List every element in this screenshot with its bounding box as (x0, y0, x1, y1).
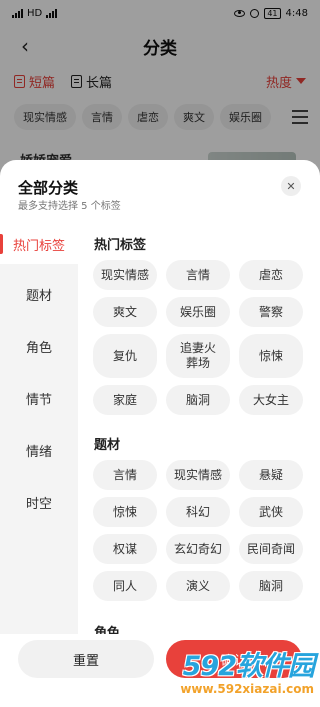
watermark: 592软件园 www.592xiazai.com (150, 640, 320, 707)
tag-chip[interactable]: 家庭 (93, 385, 157, 415)
tag-chip[interactable]: 同人 (93, 571, 157, 601)
watermark-logo: 592软件园 (182, 651, 315, 682)
side-nav-plot[interactable]: 情节 (0, 378, 78, 418)
tag-chip[interactable]: 复仇 (93, 334, 157, 378)
side-nav-hot[interactable]: 热门标签 (0, 224, 78, 264)
section-title-theme: 题材 (94, 438, 121, 453)
tag-content: 热门标签 现实情感 言情 虐恋 爽文 娱乐圈 警察 复仇 追妻火葬场 惊悚 家庭… (78, 224, 320, 654)
tag-chip[interactable]: 现实情感 (93, 260, 157, 290)
sheet-title: 全部分类 (18, 179, 79, 197)
tag-chip[interactable]: 悬疑 (239, 460, 303, 490)
tag-chip[interactable]: 演义 (166, 571, 230, 601)
tag-chip[interactable]: 脑洞 (239, 571, 303, 601)
tag-chip[interactable]: 惊悚 (239, 334, 303, 378)
category-side-nav: 热门标签 题材 角色 情节 情绪 时空 (0, 224, 78, 644)
tag-chip[interactable]: 民间奇闻 (239, 534, 303, 564)
side-nav-era[interactable]: 时空 (0, 482, 78, 522)
sheet-subtitle: 最多支持选择 5 个标签 (18, 201, 121, 212)
watermark-url: www.592xiazai.com (180, 682, 314, 696)
tag-chip[interactable]: 爽文 (93, 297, 157, 327)
tag-chip[interactable]: 追妻火葬场 (166, 334, 230, 378)
tag-chip[interactable]: 言情 (93, 460, 157, 490)
tag-chip[interactable]: 虐恋 (239, 260, 303, 290)
tag-chip[interactable]: 警察 (239, 297, 303, 327)
tag-chip[interactable]: 武侠 (239, 497, 303, 527)
tag-chip[interactable]: 权谋 (93, 534, 157, 564)
tag-chip[interactable]: 惊悚 (93, 497, 157, 527)
close-icon[interactable]: ✕ (281, 176, 301, 196)
side-nav-role[interactable]: 角色 (0, 326, 78, 366)
reset-button[interactable]: 重置 (18, 640, 154, 678)
tag-chip[interactable]: 脑洞 (166, 385, 230, 415)
tag-chip[interactable]: 娱乐圈 (166, 297, 230, 327)
section-title-hot: 热门标签 (94, 238, 147, 253)
side-nav-emotion[interactable]: 情绪 (0, 430, 78, 470)
side-nav-theme[interactable]: 题材 (0, 274, 78, 314)
tag-chip[interactable]: 玄幻奇幻 (166, 534, 230, 564)
category-sheet: 全部分类 最多支持选择 5 个标签 ✕ 热门标签 题材 角色 情节 情绪 时空 … (0, 160, 320, 707)
tag-chip[interactable]: 大女主 (239, 385, 303, 415)
tag-chip[interactable]: 科幻 (166, 497, 230, 527)
tag-chip[interactable]: 现实情感 (166, 460, 230, 490)
tag-chip[interactable]: 言情 (166, 260, 230, 290)
